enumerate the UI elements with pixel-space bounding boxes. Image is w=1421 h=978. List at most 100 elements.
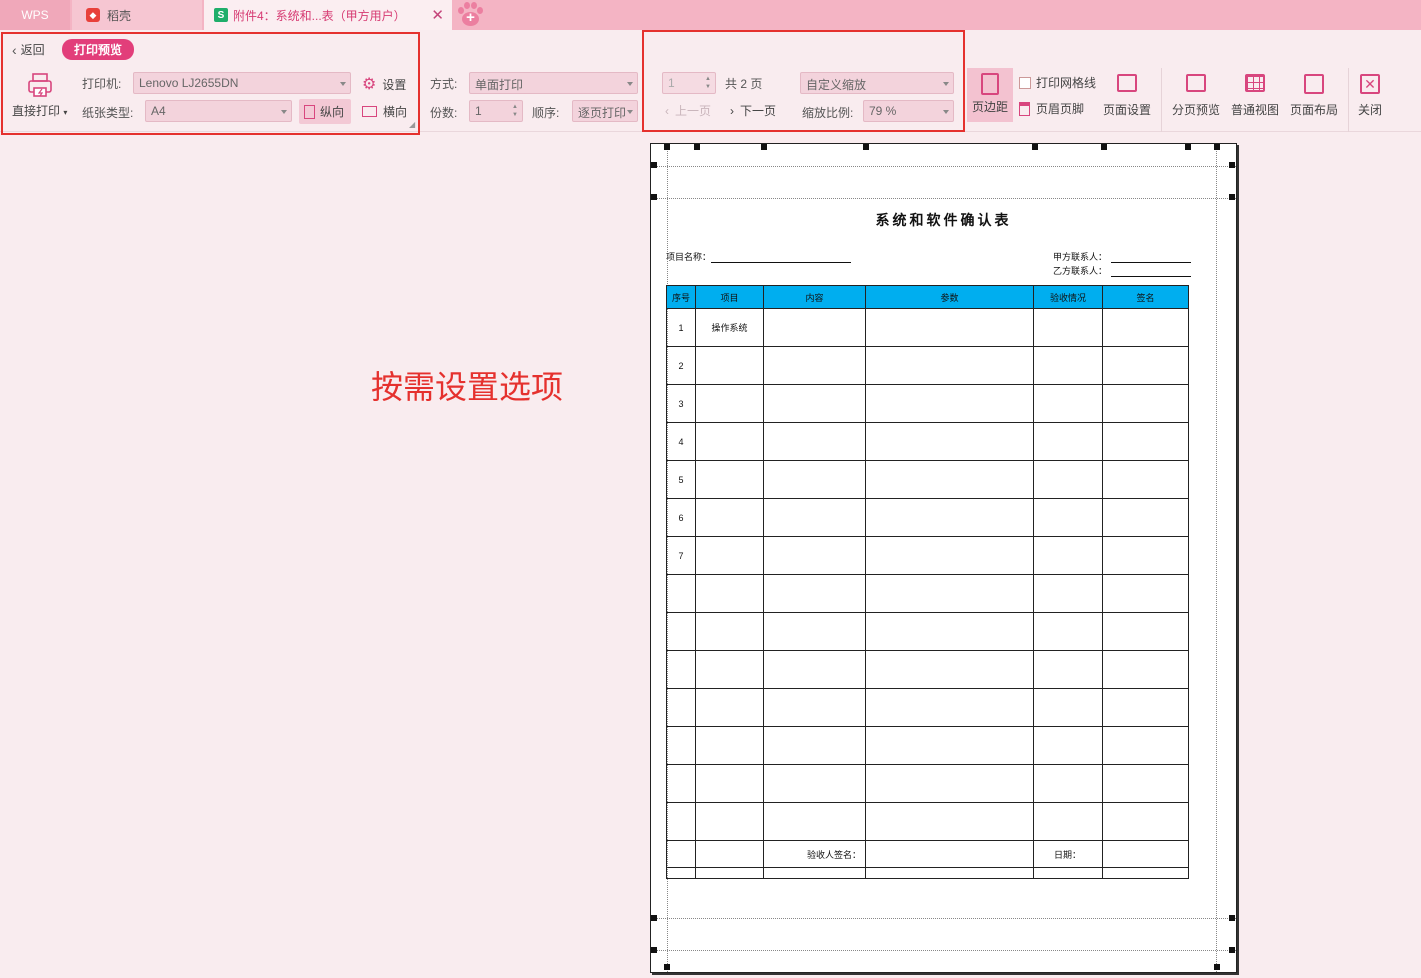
table-cell	[695, 764, 764, 803]
tab-daoke-label: 稻壳	[107, 8, 132, 23]
signature-label: 验收人签名：	[763, 840, 866, 868]
print-mode-select[interactable]: 单面打印	[469, 72, 638, 94]
header-footer-button[interactable]: 页眉页脚	[1019, 100, 1084, 117]
normal-view-button[interactable]: 普通视图	[1231, 74, 1279, 118]
table-cell	[1033, 384, 1103, 423]
table-cell	[695, 612, 764, 651]
table-cell	[865, 460, 1034, 499]
table-cell	[763, 764, 866, 803]
table-cell	[1102, 650, 1189, 689]
table-cell	[1102, 422, 1189, 461]
table-cell	[1033, 726, 1103, 765]
page-layout-button[interactable]: 页面布局	[1290, 74, 1338, 118]
copies-value: 1	[475, 104, 482, 118]
table-cell	[695, 840, 764, 868]
table-cell	[1102, 308, 1189, 347]
normal-view-label: 普通视图	[1231, 103, 1280, 117]
table-cell	[1033, 612, 1103, 651]
order-select[interactable]: 逐页打印	[572, 100, 638, 122]
close-icon: ✕	[1360, 74, 1380, 94]
table-cell: 3	[666, 384, 696, 423]
signature-row: 验收人签名： 日期：	[666, 840, 1189, 868]
chevron-down-icon	[627, 82, 633, 86]
table-cell	[1102, 688, 1189, 727]
table-cell: 操作系统	[695, 308, 764, 347]
table-cell	[666, 726, 696, 765]
table-cell	[1033, 422, 1103, 461]
table-cell: 6	[666, 498, 696, 537]
table-header-cell: 内容	[763, 285, 866, 309]
highlight-box-navigation	[642, 30, 965, 132]
table-cell	[1033, 498, 1103, 537]
table-row: 3	[666, 384, 1189, 423]
table-row	[666, 574, 1189, 613]
copies-label: 份数:	[430, 106, 458, 120]
print-gridlines-label: 打印网格线	[1036, 76, 1097, 90]
table-cell	[695, 726, 764, 765]
close-icon[interactable]: ✕	[431, 6, 444, 24]
table-cell	[763, 574, 866, 613]
table-header-cell: 验收情况	[1033, 285, 1103, 309]
table-cell	[865, 498, 1034, 537]
close-preview-label: 关闭	[1358, 103, 1383, 117]
party-b-label: 乙方联系人：	[1053, 266, 1108, 276]
table-cell	[1033, 688, 1103, 727]
spreadsheet-icon: S	[214, 8, 228, 22]
table-cell	[763, 650, 866, 689]
chevron-down-icon	[627, 110, 633, 114]
table-row	[666, 802, 1189, 841]
margins-button[interactable]: 页边距	[967, 68, 1013, 122]
table-cell	[1033, 802, 1103, 841]
copies-stepper[interactable]: 1 ▲ ▼	[469, 100, 523, 122]
tab-document[interactable]: S 附件4：系统和...表（甲方用户） ✕	[204, 0, 452, 30]
tab-bar: WPS ◆ 稻壳 S 附件4：系统和...表（甲方用户） ✕ +	[0, 0, 1421, 30]
page-break-preview-button[interactable]: 分页预览	[1172, 74, 1220, 118]
table-cell	[695, 802, 764, 841]
table-row: 7	[666, 536, 1189, 575]
table-cell	[1033, 460, 1103, 499]
table-cell	[763, 460, 866, 499]
table-row	[666, 764, 1189, 803]
tab-daoke[interactable]: ◆ 稻壳	[72, 0, 202, 30]
table-cell: 5	[666, 460, 696, 499]
table-cell	[695, 346, 764, 385]
table-cell	[695, 574, 764, 613]
table-cell	[1102, 574, 1189, 613]
print-preview-page: 系统和软件确认表 项目名称： 甲方联系人： 乙方联系人： 序号 项目 内容 参数…	[650, 143, 1237, 973]
table-cell	[1033, 574, 1103, 613]
table-cell	[695, 384, 764, 423]
table-row: 6	[666, 498, 1189, 537]
close-preview-button[interactable]: ✕ 关闭	[1358, 74, 1382, 118]
table-cell	[763, 536, 866, 575]
table-cell	[865, 346, 1034, 385]
table-cell	[666, 574, 696, 613]
table-cell	[1102, 764, 1189, 803]
table-cell	[1102, 498, 1189, 537]
party-a-label: 甲方联系人：	[1053, 252, 1108, 262]
paw-plus-icon: +	[456, 2, 484, 28]
table-cell	[695, 536, 764, 575]
table-header-cell: 项目	[695, 285, 764, 309]
table-cell	[763, 612, 866, 651]
annotation-text: 按需设置选项	[371, 368, 564, 406]
table-row	[666, 726, 1189, 765]
table-cell	[1102, 346, 1189, 385]
table-cell	[865, 726, 1034, 765]
table-cell	[1102, 536, 1189, 575]
table-cell: 7	[666, 536, 696, 575]
table-row: 5	[666, 460, 1189, 499]
spinner-icon: ▲ ▼	[512, 104, 518, 118]
print-gridlines-checkbox[interactable]: 打印网格线	[1019, 74, 1096, 91]
table-cell	[763, 384, 866, 423]
table-cell	[763, 346, 866, 385]
new-tab-button[interactable]: +	[452, 0, 488, 30]
confirmation-table: 序号 项目 内容 参数 验收情况 签名 1 操作系统 2 3 4 5 6 7 验收人签名： 日期：	[666, 285, 1189, 879]
page-setup-button[interactable]: 页面设置	[1103, 74, 1151, 118]
table-header-cell: 签名	[1102, 285, 1189, 309]
tab-wps[interactable]: WPS	[0, 0, 70, 30]
table-header-cell: 序号	[666, 285, 696, 309]
page-setup-icon	[1117, 74, 1137, 92]
highlight-box-printer	[1, 32, 420, 135]
table-cell	[695, 460, 764, 499]
table-cell: 1	[666, 308, 696, 347]
